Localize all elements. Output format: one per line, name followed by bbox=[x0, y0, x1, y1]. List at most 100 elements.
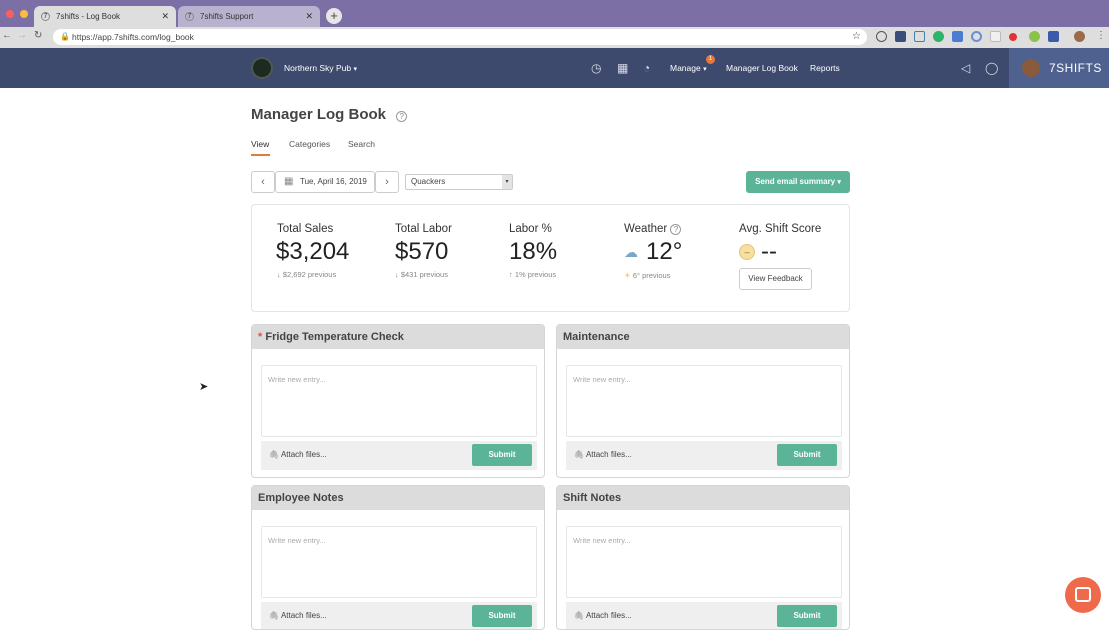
brand-logo: 7SHIFTS bbox=[1049, 61, 1102, 75]
location-switcher[interactable]: Northern Sky Pub ▾ bbox=[284, 48, 357, 88]
kpi-label: Avg. Shift Score bbox=[739, 223, 822, 235]
panel-title: Shift Notes bbox=[563, 492, 622, 504]
browser-tab-log-book[interactable]: 7 7shifts - Log Book ✕ bbox=[34, 6, 176, 27]
extension-icon[interactable] bbox=[933, 31, 944, 42]
new-tab-button[interactable]: + bbox=[326, 8, 342, 24]
page-title-text: Manager Log Book bbox=[251, 106, 387, 123]
chat-bubble-icon bbox=[1075, 587, 1091, 602]
extension-icon[interactable] bbox=[990, 31, 1001, 42]
chevron-down-icon: ▾ bbox=[703, 66, 707, 73]
attach-files-button[interactable]: 🖇 Attach files... bbox=[269, 602, 327, 629]
select-arrow-icon: ▾ bbox=[502, 175, 512, 189]
kpi-label: Weather ? bbox=[624, 223, 682, 235]
kpi-previous-text: $2,692 previous bbox=[282, 270, 337, 279]
entry-textarea[interactable]: Write new entry... bbox=[261, 526, 537, 598]
panel-title: Employee Notes bbox=[258, 492, 344, 504]
paperclip-icon: 🖇 bbox=[269, 611, 281, 620]
window-close-icon[interactable] bbox=[6, 10, 14, 18]
chat-icon[interactable]: ◯ bbox=[985, 48, 998, 88]
neutral-face-icon: – bbox=[739, 244, 755, 260]
paperclip-icon: 🖇 bbox=[574, 450, 586, 459]
browser-tab-bar: 7 7shifts - Log Book ✕ 7 7shifts Support… bbox=[0, 0, 1109, 27]
entry-footer: 🖇 Attach files... Submit bbox=[261, 602, 537, 629]
tab-title: 7shifts Support bbox=[200, 12, 254, 21]
panel-title: Maintenance bbox=[563, 331, 630, 343]
user-avatar[interactable] bbox=[1022, 59, 1040, 77]
extension-icon[interactable] bbox=[1029, 31, 1040, 42]
extension-icon[interactable] bbox=[876, 31, 887, 42]
kpi-value: $3,204 bbox=[276, 238, 350, 265]
support-chat-launcher[interactable] bbox=[1065, 577, 1101, 613]
profile-avatar-icon[interactable] bbox=[1074, 31, 1085, 42]
kpi-previous: ☀ 6° previous bbox=[624, 271, 670, 280]
chevron-down-icon: ▾ bbox=[353, 66, 357, 73]
extension-icon[interactable] bbox=[895, 31, 906, 42]
attach-files-button[interactable]: 🖇 Attach files... bbox=[574, 602, 632, 629]
prev-day-button[interactable]: ‹ bbox=[251, 171, 275, 193]
kpi-previous-text: 1% previous bbox=[514, 270, 557, 279]
tab-search[interactable]: Search bbox=[348, 139, 375, 149]
forward-icon[interactable]: → bbox=[17, 30, 27, 41]
weather-label-text: Weather bbox=[624, 223, 668, 235]
extension-icon[interactable] bbox=[952, 31, 963, 42]
location-logo-icon bbox=[251, 57, 273, 79]
extension-icon[interactable] bbox=[914, 31, 925, 42]
7shifts-favicon-icon: 7 bbox=[41, 12, 50, 21]
kpi-previous: ↓ $2,692 previous bbox=[277, 270, 336, 279]
reload-icon[interactable]: ↻ bbox=[34, 30, 42, 41]
nav-reports[interactable]: Reports bbox=[810, 48, 840, 88]
page-title: Manager Log Book ? bbox=[251, 106, 408, 123]
dashboard-icon[interactable]: ◷ bbox=[591, 48, 601, 88]
bookmark-star-icon[interactable]: ☆ bbox=[852, 29, 861, 45]
close-tab-icon[interactable]: ✕ bbox=[161, 6, 169, 27]
sun-icon: ☀ bbox=[624, 271, 633, 280]
submit-button[interactable]: Submit bbox=[777, 444, 837, 466]
attach-files-button[interactable]: 🖇 Attach files... bbox=[269, 441, 327, 469]
tab-categories[interactable]: Categories bbox=[289, 139, 330, 149]
paperclip-icon: 🖇 bbox=[269, 450, 281, 459]
send-email-summary-label: Send email summary bbox=[755, 177, 836, 186]
chevron-down-icon: ▾ bbox=[837, 179, 841, 186]
date-picker[interactable]: ▦ Tue, April 16, 2019 bbox=[275, 171, 375, 193]
calendar-icon[interactable]: ▦ bbox=[617, 48, 628, 88]
next-day-button[interactable]: › bbox=[375, 171, 399, 193]
entry-textarea[interactable]: Write new entry... bbox=[261, 365, 537, 437]
entry-textarea[interactable]: Write new entry... bbox=[566, 365, 842, 437]
panel-title: Fridge Temperature Check bbox=[265, 331, 404, 343]
log-panel-employee-notes: Employee Notes Write new entry... 🖇 Atta… bbox=[251, 485, 545, 630]
help-icon[interactable]: ? bbox=[670, 224, 682, 235]
location-select[interactable]: Quackers ▾ bbox=[405, 174, 513, 190]
timer-icon[interactable]: ◔ bbox=[643, 48, 650, 88]
attach-files-label: Attach files... bbox=[280, 611, 327, 620]
entry-textarea[interactable]: Write new entry... bbox=[566, 526, 842, 598]
entry-footer: 🖇 Attach files... Submit bbox=[566, 602, 842, 629]
extension-icon[interactable] bbox=[971, 31, 982, 42]
announcements-icon[interactable]: ◁ bbox=[961, 48, 970, 88]
manage-menu[interactable]: Manage ▾ bbox=[670, 48, 707, 88]
kpi-label: Labor % bbox=[509, 223, 552, 235]
window-minimize-icon[interactable] bbox=[20, 10, 28, 18]
tab-view[interactable]: View bbox=[251, 139, 269, 149]
panel-header: Maintenance bbox=[557, 325, 849, 349]
kpi-previous-text: 6° previous bbox=[632, 271, 671, 280]
address-bar[interactable]: 🔒 https://app.7shifts.com/log_book ☆ bbox=[53, 29, 867, 45]
attach-files-button[interactable]: 🖇 Attach files... bbox=[574, 441, 632, 469]
send-email-summary-button[interactable]: Send email summary ▾ bbox=[746, 171, 850, 193]
entry-footer: 🖇 Attach files... Submit bbox=[566, 441, 842, 470]
view-feedback-button[interactable]: View Feedback bbox=[739, 268, 812, 290]
close-tab-icon[interactable]: ✕ bbox=[305, 6, 313, 27]
lock-icon: 🔒 bbox=[60, 32, 70, 41]
panel-header: Employee Notes bbox=[252, 486, 544, 510]
browser-tab-support[interactable]: 7 7shifts Support ✕ bbox=[178, 6, 320, 27]
extension-icon[interactable] bbox=[1009, 33, 1017, 41]
extension-icon[interactable] bbox=[1048, 31, 1059, 42]
back-icon[interactable]: ← bbox=[2, 30, 12, 41]
more-options-icon[interactable]: ⋮ bbox=[1096, 30, 1106, 41]
help-icon[interactable]: ? bbox=[396, 111, 408, 122]
kpi-label: Total Sales bbox=[277, 223, 334, 235]
kpi-previous: ↓ $431 previous bbox=[395, 270, 448, 279]
attach-files-label: Attach files... bbox=[585, 611, 632, 620]
nav-manager-log-book[interactable]: Manager Log Book bbox=[726, 48, 798, 88]
kpi-previous: ↑ 1% previous bbox=[509, 270, 556, 279]
submit-button[interactable]: Submit bbox=[472, 444, 532, 466]
